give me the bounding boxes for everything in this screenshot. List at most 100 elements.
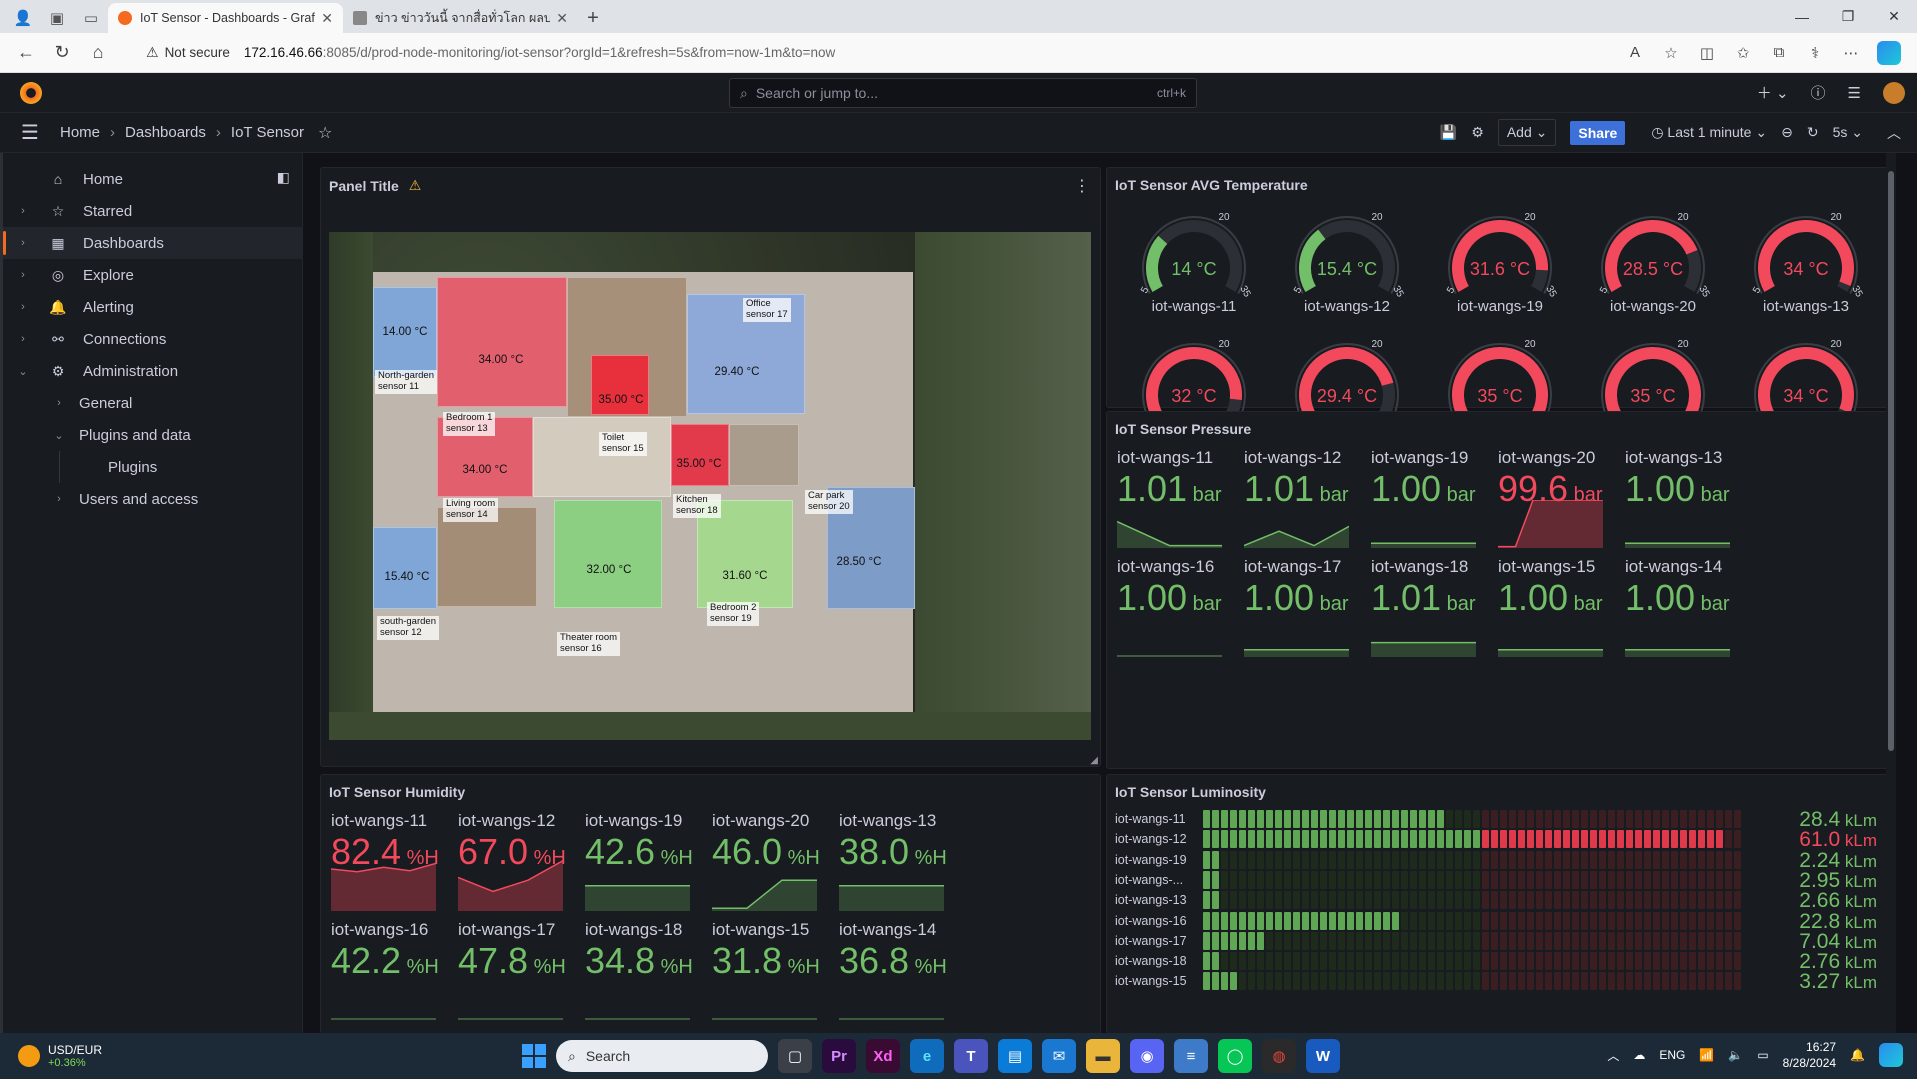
panel-title[interactable]: Panel Title ⚠ bbox=[329, 177, 421, 194]
battery-icon[interactable]: ▭ bbox=[1757, 1048, 1768, 1062]
settings-gear-icon[interactable]: ⚙ bbox=[1471, 124, 1484, 141]
stat-name: iot-wangs-18 bbox=[1371, 557, 1469, 576]
breadcrumb-dashboards[interactable]: Dashboards bbox=[125, 124, 206, 141]
store-icon[interactable]: ▤ bbox=[998, 1039, 1032, 1073]
breadcrumb-home[interactable]: Home bbox=[60, 124, 100, 141]
taskbar-search[interactable]: ⌕ Search bbox=[556, 1040, 768, 1072]
panel-title[interactable]: IoT Sensor Humidity bbox=[329, 784, 465, 800]
split-screen-icon[interactable]: ◫ bbox=[1689, 44, 1725, 62]
warning-icon[interactable]: ⚠ bbox=[409, 177, 422, 194]
new-tab-button[interactable]: + bbox=[578, 3, 608, 33]
mark-favorite-icon[interactable]: ☆ bbox=[318, 123, 332, 143]
panel-menu-icon[interactable]: ⋮ bbox=[1074, 176, 1090, 196]
notification-bell-icon[interactable]: 🔔 bbox=[1850, 1048, 1865, 1062]
copilot-icon[interactable] bbox=[1877, 40, 1901, 65]
close-tab-icon[interactable]: ✕ bbox=[556, 10, 568, 27]
read-aloud-icon[interactable]: A bbox=[1617, 44, 1653, 61]
lum-cell bbox=[1338, 931, 1345, 950]
sidebar-item-users-and-access[interactable]: › Users and access bbox=[3, 483, 302, 515]
ticker-widget[interactable]: USD/EUR +0.36% bbox=[18, 1043, 102, 1069]
zoom-out-icon[interactable]: ⊖ bbox=[1781, 124, 1793, 141]
refresh-icon[interactable]: ↻ bbox=[1807, 124, 1819, 141]
favorite-star-icon[interactable]: ☆ bbox=[1653, 44, 1689, 62]
scrollbar-thumb[interactable] bbox=[1888, 171, 1894, 751]
panel-title[interactable]: IoT Sensor Pressure bbox=[1115, 421, 1251, 437]
folder-icon[interactable]: ▬ bbox=[1086, 1039, 1120, 1073]
reload-icon[interactable]: ↻ bbox=[44, 42, 80, 63]
add-button[interactable]: Add ⌄ bbox=[1497, 119, 1557, 146]
share-button[interactable]: Share bbox=[1570, 120, 1626, 145]
favorites-icon[interactable]: ✩ bbox=[1725, 44, 1761, 62]
profile-icon[interactable]: 👤 bbox=[6, 3, 40, 33]
teams-icon[interactable]: T bbox=[954, 1039, 988, 1073]
close-window-icon[interactable]: ✕ bbox=[1871, 8, 1917, 25]
sidebar-item-explore[interactable]: › ◎ Explore bbox=[3, 259, 302, 291]
sidebar-item-general[interactable]: › General bbox=[3, 387, 302, 419]
security-label[interactable]: Not secure bbox=[165, 45, 230, 60]
sidebar-item-plugins-and-data[interactable]: ⌄ Plugins and data bbox=[3, 419, 302, 451]
cloud-icon[interactable]: ☁ bbox=[1633, 1048, 1645, 1062]
resize-handle-icon[interactable]: ◢ bbox=[1090, 755, 1098, 766]
language-indicator[interactable]: ENG bbox=[1659, 1048, 1685, 1062]
back-icon[interactable]: ← bbox=[8, 42, 44, 63]
word-icon[interactable]: W bbox=[1306, 1039, 1340, 1073]
panel-title[interactable]: IoT Sensor AVG Temperature bbox=[1115, 177, 1308, 193]
tab-actions-icon[interactable]: ▭ bbox=[74, 3, 108, 33]
gauge-fill bbox=[1146, 235, 1168, 292]
lum-cell bbox=[1401, 891, 1408, 910]
lum-cell bbox=[1671, 850, 1678, 869]
line-icon[interactable]: ◯ bbox=[1218, 1039, 1252, 1073]
help-icon[interactable]: ⓘ bbox=[1811, 82, 1826, 103]
avatar[interactable] bbox=[1883, 81, 1905, 104]
volume-icon[interactable]: 🔈 bbox=[1728, 1048, 1743, 1062]
restore-icon[interactable]: ❐ bbox=[1825, 8, 1871, 25]
extensions-icon[interactable]: ⚕ bbox=[1797, 44, 1833, 62]
sidebar-item-connections[interactable]: › ⚯ Connections bbox=[3, 323, 302, 355]
xd-icon[interactable]: Xd bbox=[866, 1039, 900, 1073]
more-menu-icon[interactable]: ⋯ bbox=[1833, 44, 1869, 62]
sidebar-item-dashboards[interactable]: › ▦ Dashboards bbox=[3, 227, 302, 259]
sidebar-item-plugins[interactable]: Plugins bbox=[3, 451, 302, 483]
lum-cell bbox=[1293, 891, 1300, 910]
news-feed-icon[interactable]: ☰ bbox=[1848, 84, 1861, 102]
discord-icon[interactable]: ◉ bbox=[1130, 1039, 1164, 1073]
clock[interactable]: 16:27 8/28/2024 bbox=[1783, 1039, 1836, 1071]
search-bar[interactable]: ⌕ Search or jump to... ctrl+k bbox=[729, 78, 1197, 108]
lum-cell bbox=[1266, 952, 1273, 971]
sparkline bbox=[712, 1018, 817, 1020]
warning-icon[interactable]: ⚠ bbox=[146, 44, 159, 61]
sidebar-item-alerting[interactable]: › 🔔 Alerting bbox=[3, 291, 302, 323]
start-icon[interactable] bbox=[522, 1044, 546, 1068]
collapse-toolbar-icon[interactable]: ︿ bbox=[1887, 123, 1901, 143]
premiere-icon[interactable]: Pr bbox=[822, 1039, 856, 1073]
notepad-icon[interactable]: ≡ bbox=[1174, 1039, 1208, 1073]
lum-cell bbox=[1419, 931, 1426, 950]
lum-cell bbox=[1563, 911, 1570, 930]
wifi-icon[interactable]: 📶 bbox=[1699, 1048, 1714, 1062]
refresh-interval-picker[interactable]: 5s ⌄ bbox=[1833, 124, 1863, 141]
edge-icon[interactable]: e bbox=[910, 1039, 944, 1073]
chevron-up-icon[interactable]: ︿ bbox=[1607, 1047, 1619, 1064]
task-view-icon[interactable]: ▢ bbox=[778, 1039, 812, 1073]
sidebar-item-administration[interactable]: ⌄ ⚙ Administration bbox=[3, 355, 302, 387]
workspaces-icon[interactable]: ▣ bbox=[40, 3, 74, 33]
page-scrollbar[interactable] bbox=[1886, 153, 1896, 1033]
copilot-icon[interactable] bbox=[1879, 1043, 1903, 1067]
chrome-icon[interactable]: ◍ bbox=[1262, 1039, 1296, 1073]
time-picker[interactable]: ◷ Last 1 minute ⌄ bbox=[1651, 124, 1767, 141]
new-menu-icon[interactable]: ＋ ⌄ bbox=[1757, 82, 1789, 103]
menu-toggle-icon[interactable]: ☰ bbox=[0, 120, 60, 145]
save-dashboard-icon[interactable]: 💾 bbox=[1440, 124, 1457, 141]
mail-icon[interactable]: ✉ bbox=[1042, 1039, 1076, 1073]
home-icon[interactable]: ⌂ bbox=[80, 42, 116, 63]
sidebar-item-starred[interactable]: › ☆ Starred bbox=[3, 195, 302, 227]
sidebar-item-home[interactable]: ⌂ Home bbox=[3, 163, 302, 195]
panel-title[interactable]: IoT Sensor Luminosity bbox=[1115, 784, 1266, 800]
collections-icon[interactable]: ⧉ bbox=[1761, 44, 1797, 61]
tab-news[interactable]: ข่าว ข่าววันนี้ จากสื่อทั่วโลก ผลบอลโลก … bbox=[343, 3, 578, 33]
minimize-icon[interactable]: — bbox=[1779, 9, 1825, 25]
url-field[interactable]: ⚠ Not secure 172.16.46.66:8085/d/prod-no… bbox=[126, 38, 1617, 68]
grafana-logo-icon[interactable] bbox=[20, 81, 42, 104]
tab-grafana[interactable]: IoT Sensor - Dashboards - Grafana ✕ bbox=[108, 3, 343, 33]
close-tab-icon[interactable]: ✕ bbox=[321, 10, 333, 27]
